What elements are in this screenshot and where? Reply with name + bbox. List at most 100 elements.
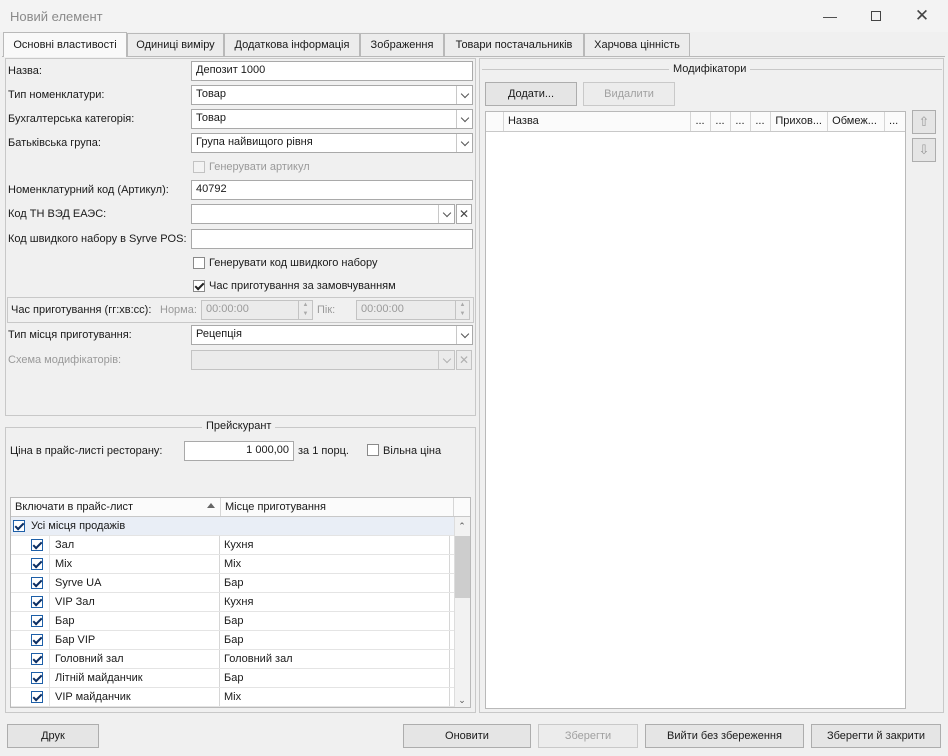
table-row[interactable]: Бар Бар — [11, 612, 470, 631]
col-place-header[interactable]: Місце приготування — [221, 498, 454, 516]
gen-article-checkbox[interactable] — [193, 161, 205, 173]
scrollbar-thumb[interactable] — [455, 536, 470, 598]
code-input[interactable]: 40792 — [191, 180, 473, 200]
default-cook-time-checkbox[interactable] — [193, 280, 205, 292]
tab-main-properties[interactable]: Основні властивості — [3, 32, 127, 57]
minimize-icon[interactable]: — — [807, 0, 853, 32]
cook-place-cell[interactable]: Бар — [220, 574, 450, 592]
include-checkbox[interactable] — [31, 539, 43, 551]
cook-place-cell[interactable]: Бар — [220, 631, 450, 649]
chevron-down-icon[interactable] — [438, 205, 454, 223]
cook-place-cell[interactable]: Кухня — [220, 536, 450, 554]
tab-units[interactable]: Одиниці виміру — [127, 33, 224, 56]
cook-place-cell[interactable]: Mix — [220, 688, 450, 706]
cook-place-type-select[interactable]: Рецепція — [191, 325, 473, 345]
cook-place-type-label: Тип місця приготування: — [8, 329, 132, 341]
tab-supplier-goods[interactable]: Товари постачальників — [444, 33, 584, 56]
sale-place-name: Головний зал — [49, 650, 219, 668]
scroll-down-icon[interactable]: ⌄ — [456, 695, 468, 705]
all-places-checkbox[interactable] — [13, 520, 25, 532]
name-input[interactable]: Депозит 1000 — [191, 61, 473, 81]
chevron-down-icon[interactable] — [456, 134, 472, 152]
default-cook-time-label: Час приготування за замовчуванням — [209, 280, 396, 292]
print-button[interactable]: Друк — [7, 724, 99, 748]
maximize-icon[interactable] — [853, 0, 899, 32]
table-row[interactable]: Головний зал Головний зал — [11, 650, 470, 669]
mod-col-2[interactable]: ... — [691, 112, 712, 131]
refresh-button[interactable]: Оновити — [403, 724, 531, 748]
tab-nutrition[interactable]: Харчова цінність — [584, 33, 690, 56]
mod-col-5[interactable]: ... — [751, 112, 772, 131]
mod-col-name[interactable]: Назва — [504, 112, 692, 131]
add-modifier-button[interactable]: Додати... — [485, 82, 577, 106]
cook-place-cell[interactable]: Бар — [220, 612, 450, 630]
mod-col-hidden[interactable]: Прихов... — [771, 112, 829, 131]
modifier-scheme-clear-icon[interactable]: ✕ — [456, 350, 472, 370]
sale-place-name: Syrve UA — [49, 574, 219, 592]
free-price-checkbox[interactable] — [367, 444, 379, 456]
mod-col-3[interactable]: ... — [711, 112, 732, 131]
chevron-down-icon[interactable] — [456, 110, 472, 128]
chevron-down-icon[interactable] — [456, 86, 472, 104]
parent-group-select[interactable]: Група найвищого рівня — [191, 133, 473, 153]
include-checkbox[interactable] — [31, 577, 43, 589]
exit-without-save-button[interactable]: Вийти без збереження — [645, 724, 804, 748]
mod-col-more[interactable]: ... — [885, 112, 905, 131]
cook-place-cell[interactable]: Бар — [220, 669, 450, 687]
include-checkbox[interactable] — [31, 691, 43, 703]
cook-place-cell[interactable]: Кухня — [220, 593, 450, 611]
peak-spinner-icon[interactable]: ▲ ▼ — [455, 301, 469, 319]
cook-place-cell[interactable]: Mix — [220, 555, 450, 573]
quick-code-input[interactable] — [191, 229, 473, 249]
nom-type-label: Тип номенклатури: — [8, 89, 105, 101]
include-checkbox[interactable] — [31, 634, 43, 646]
tnved-clear-icon[interactable]: ✕ — [456, 204, 472, 224]
include-checkbox[interactable] — [31, 615, 43, 627]
table-row[interactable]: Літній майданчик Бар — [11, 669, 470, 688]
tnved-select[interactable] — [191, 204, 455, 224]
table-row[interactable]: VIP Зал Кухня — [11, 593, 470, 612]
mod-col-select — [486, 112, 504, 131]
table-row[interactable]: Бар VIP Бар — [11, 631, 470, 650]
cook-place-cell[interactable]: Головний зал — [220, 650, 450, 668]
save-and-close-button[interactable]: Зберегти й закрити — [811, 724, 941, 748]
acc-category-select[interactable]: Товар — [191, 109, 473, 129]
include-checkbox[interactable] — [31, 596, 43, 608]
nom-type-value: Товар — [196, 88, 226, 100]
move-down-button[interactable]: ⇩ — [912, 138, 936, 162]
include-checkbox[interactable] — [31, 672, 43, 684]
save-button[interactable]: Зберегти — [538, 724, 638, 748]
price-input[interactable]: 1 000,00 — [184, 441, 294, 461]
cook-place-type-value: Рецепція — [196, 328, 242, 340]
gen-article-label: Генерувати артикул — [209, 161, 310, 173]
norm-time-input[interactable]: 00:00:00 — [201, 300, 313, 320]
gen-quick-code-checkbox[interactable] — [193, 257, 205, 269]
norm-spinner-icon[interactable]: ▲ ▼ — [298, 301, 312, 319]
modifier-scheme-select[interactable] — [191, 350, 455, 370]
tab-images[interactable]: Зображення — [360, 33, 444, 56]
table-row[interactable]: Mix Mix — [11, 555, 470, 574]
include-checkbox[interactable] — [31, 558, 43, 570]
peak-label: Пік: — [317, 304, 336, 316]
mod-col-4[interactable]: ... — [731, 112, 752, 131]
table-row[interactable]: VIP майданчик Mix — [11, 688, 470, 707]
col-include-header[interactable]: Включати в прайс-лист — [11, 498, 221, 516]
mod-col-limit[interactable]: Обмеж... — [828, 112, 886, 131]
chevron-down-icon[interactable] — [456, 326, 472, 344]
acc-category-value: Товар — [196, 112, 226, 124]
delete-modifier-button[interactable]: Видалити — [583, 82, 675, 106]
chevron-down-icon[interactable] — [438, 351, 454, 369]
modifiers-grid-header: Назва ... ... ... ... Прихов... Обмеж...… — [486, 112, 905, 132]
tab-additional-info[interactable]: Додаткова інформація — [224, 33, 360, 56]
scroll-up-icon[interactable]: ⌃ — [456, 521, 468, 531]
table-row[interactable]: Syrve UA Бар — [11, 574, 470, 593]
table-row[interactable]: Зал Кухня — [11, 536, 470, 555]
price-rows: Зал Кухня Mix Mix Syrve UA Бар VIP Зал Кухня Бар… — [11, 536, 470, 707]
peak-time-input[interactable]: 00:00:00 — [356, 300, 470, 320]
modifiers-grid: Назва ... ... ... ... Прихов... Обмеж...… — [485, 111, 906, 709]
move-up-button[interactable]: ⇧ — [912, 110, 936, 134]
include-checkbox[interactable] — [31, 653, 43, 665]
table-row[interactable]: Усі місця продажів — [11, 517, 470, 536]
nom-type-select[interactable]: Товар — [191, 85, 473, 105]
close-icon[interactable]: ✕ — [899, 0, 945, 32]
